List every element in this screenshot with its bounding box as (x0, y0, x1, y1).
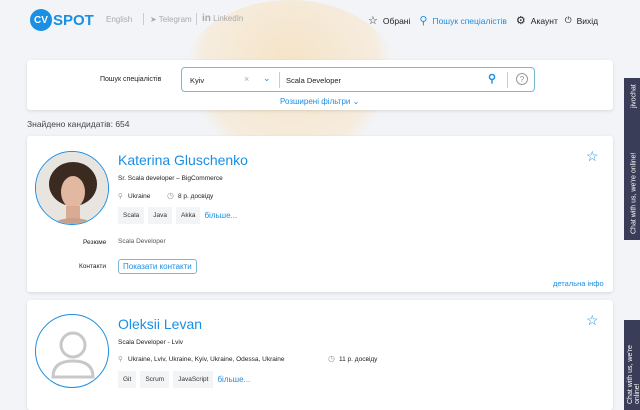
linkedin-label: LinkedIn (213, 14, 244, 23)
skill-tags: Git Scrum JavaScript більше... (118, 371, 250, 388)
clear-icon[interactable]: × (244, 74, 249, 84)
results-count: Знайдено кандидатів: 654 (27, 119, 130, 129)
telegram-label: Telegram (158, 15, 192, 24)
linkedin-link[interactable]: in LinkedIn (202, 13, 243, 24)
divider (143, 13, 144, 25)
logo-text: SPOT (53, 11, 94, 29)
skill-tag: Scala (118, 207, 145, 224)
logout-icon: ⏻ (564, 15, 572, 25)
telegram-icon: ➤ (150, 15, 157, 24)
candidate-name[interactable]: Oleksii Levan (118, 316, 202, 332)
candidate-location: Ukraine, Lviv, Ukraine, Kyiv, Ukraine, O… (128, 356, 285, 363)
contacts-label: Контакти (79, 263, 107, 270)
skill-tags: Scala Java Akka більше... (118, 207, 237, 224)
user-placeholder-icon (51, 331, 95, 379)
chat-widget[interactable]: Chat with us, we're online! (624, 320, 640, 410)
nav-logout[interactable]: Вихід (577, 16, 599, 26)
header: CV SPOT English ➤ Telegram in LinkedIn ☆… (0, 0, 640, 40)
candidate-card: Katerina Gluschenko ☆ Sr. Scala develope… (27, 136, 613, 292)
avatar (35, 151, 109, 225)
gear-icon: ⚙ (515, 15, 526, 27)
chevron-down-icon: ⌄ (352, 97, 360, 106)
skill-tag: Git (118, 371, 137, 388)
search-icon: ⚲ (419, 15, 428, 27)
favorite-star-icon[interactable]: ☆ (586, 148, 599, 165)
chevron-down-icon[interactable]: ⌄ (263, 73, 271, 84)
nav-account[interactable]: Акаунт (531, 16, 558, 26)
candidate-title: Sr. Scala developer – BigCommerce (118, 175, 223, 182)
nav-search[interactable]: Пошук спеціалістів (432, 16, 506, 26)
linkedin-icon: in (202, 13, 211, 24)
candidate-name[interactable]: Katerina Gluschenko (118, 152, 248, 168)
resume-value[interactable]: Scala Developer (118, 238, 166, 245)
candidate-card: Oleksii Levan ☆ Scala Developer - Lviv ⚲… (27, 300, 613, 410)
skill-tag: Scrum (140, 371, 170, 388)
telegram-link[interactable]: ➤ Telegram (150, 15, 192, 24)
logo[interactable]: CV SPOT (30, 9, 94, 31)
divider (507, 72, 508, 88)
candidate-photo (36, 152, 108, 224)
advanced-filters-toggle[interactable]: Розширені фільтри ⌄ (280, 97, 359, 106)
help-icon[interactable]: ? (516, 73, 528, 85)
candidate-title: Scala Developer - Lviv (118, 339, 184, 346)
location-icon: ⚲ (118, 356, 123, 363)
search-icon[interactable]: ⚲ (488, 72, 496, 85)
city-select[interactable]: Kyiv (190, 76, 204, 85)
nav-favorites[interactable]: Обрані (383, 16, 411, 26)
skill-tag: Akka (176, 207, 201, 224)
skill-tag: Java (148, 207, 172, 224)
chat-text: Chat with us, we're online! (627, 345, 640, 404)
divider (196, 13, 197, 25)
search-panel: Пошук спеціалістів Kyiv × ⌄ Scala Develo… (27, 60, 613, 110)
chat-widget[interactable]: Chat with us, we're online! jivochat (624, 78, 640, 240)
advanced-filters-label: Розширені фільтри (280, 97, 351, 106)
candidate-location: Ukraine (128, 193, 151, 200)
main-nav: ☆ Обрані ⚲ Пошук спеціалістів ⚙ Акаунт ⏻… (368, 14, 598, 27)
more-skills-link[interactable]: більше... (204, 211, 237, 220)
skill-tag: JavaScript (173, 371, 214, 388)
avatar (35, 314, 109, 388)
clock-icon: ◷ (167, 191, 174, 200)
details-link[interactable]: детальна інфо (553, 279, 604, 288)
candidate-experience: 8 р. досвіду (178, 193, 214, 200)
resume-label: Резюме (83, 239, 107, 246)
clock-icon: ◷ (328, 354, 335, 363)
show-contacts-button[interactable]: Показати контакти (118, 259, 197, 274)
chat-text: Chat with us, we're online! (630, 152, 638, 235)
star-icon: ☆ (368, 15, 378, 27)
logo-mark: CV (30, 9, 52, 31)
divider (279, 72, 280, 88)
search-label: Пошук спеціалістів (100, 76, 162, 83)
candidate-experience: 11 р. досвіду (339, 356, 378, 363)
chat-brand: jivochat (630, 84, 638, 108)
location-icon: ⚲ (118, 193, 123, 200)
more-skills-link[interactable]: більше... (217, 375, 250, 384)
search-input[interactable]: Scala Developer (286, 76, 341, 85)
favorite-star-icon[interactable]: ☆ (586, 312, 599, 329)
language-link[interactable]: English (106, 15, 132, 24)
search-box: Kyiv × ⌄ Scala Developer ⚲ ? (181, 67, 535, 92)
